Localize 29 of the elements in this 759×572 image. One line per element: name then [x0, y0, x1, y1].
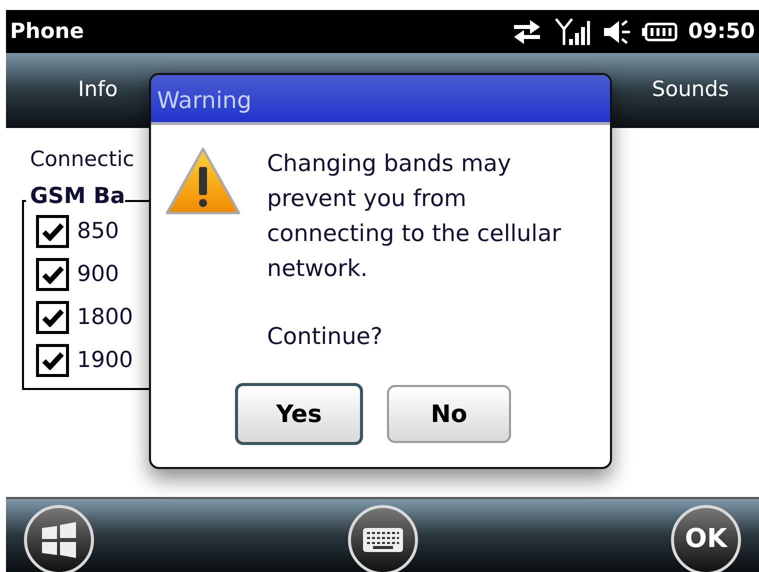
tab[interactable]: Info	[78, 74, 118, 106]
band-label: 1900	[77, 347, 133, 375]
ok-button[interactable]: OK	[671, 504, 741, 572]
dialog-button[interactable]: Yes	[235, 383, 363, 445]
band-label: 900	[77, 261, 119, 289]
battery-icon	[642, 22, 678, 42]
continue-question: Continue?	[267, 323, 384, 352]
checkbox[interactable]	[36, 215, 69, 248]
check-icon	[42, 222, 64, 240]
dialog-button[interactable]: No	[387, 385, 511, 443]
warning-message: Changing bands may prevent you from connecting to the cellular network.	[267, 150, 562, 284]
checkbox[interactable]	[36, 258, 69, 291]
signal-icon	[554, 16, 592, 46]
checkbox[interactable]	[36, 344, 69, 377]
dialog-title: Warning	[157, 87, 252, 116]
clock: 09:50	[688, 18, 755, 45]
tab[interactable]: Sounds	[652, 74, 729, 106]
check-icon	[42, 266, 64, 284]
keyboard-icon	[362, 528, 402, 552]
app-title: Phone	[10, 18, 84, 45]
speaker-icon	[602, 18, 632, 44]
check-icon	[42, 308, 64, 326]
check-icon	[42, 352, 64, 370]
warning-icon	[165, 147, 241, 215]
band-label: 850	[77, 218, 119, 246]
band-label: 1800	[77, 304, 133, 332]
connection-label: Connectic	[30, 146, 134, 173]
checkbox[interactable]	[36, 301, 69, 334]
window-icon	[40, 522, 78, 558]
